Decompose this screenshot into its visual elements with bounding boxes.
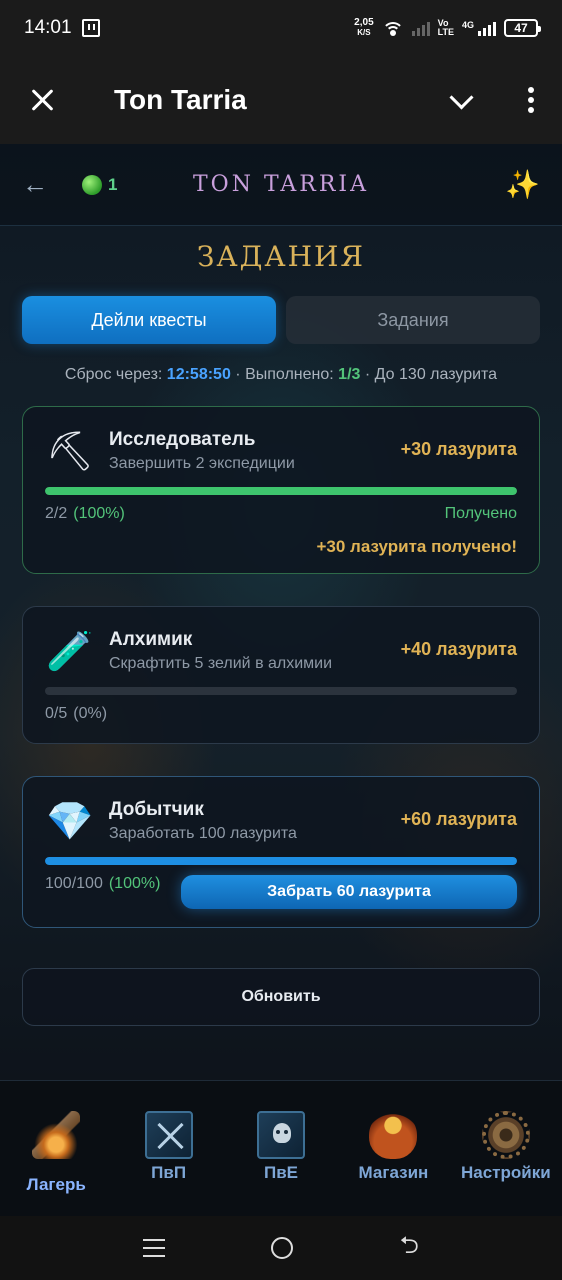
quest-progress-text: 2/2 (100%) — [45, 505, 125, 523]
more-menu-icon[interactable] — [528, 87, 534, 113]
home-icon[interactable] — [271, 1237, 294, 1259]
quest-name: Добытчик — [109, 799, 204, 820]
volte-indicator: Vo LTE — [438, 19, 454, 37]
quest-progress-bar — [45, 687, 517, 695]
quest-card-alchemist: 🧪 Алхимик Скрафтить 5 зелий в алхимии +4… — [22, 606, 540, 744]
quest-name: Исследователь — [109, 429, 256, 450]
quest-description: Скрафтить 5 зелий в алхимии — [109, 655, 333, 672]
progress-percent: (100%) — [108, 875, 161, 892]
gold-bag-icon — [369, 1111, 418, 1159]
chevron-down-icon[interactable] — [448, 87, 474, 113]
wifi-icon — [381, 20, 404, 36]
nav-item-pve[interactable]: ПвЕ — [225, 1081, 337, 1216]
nav-label: ПвЕ — [264, 1163, 299, 1182]
game-header: ← 1 TON TARRIA ✨ — [0, 144, 562, 226]
nav-label: Настройки — [460, 1163, 551, 1182]
app-title: Ton Tarria — [114, 84, 247, 115]
quest-name: Алхимик — [109, 629, 193, 650]
tab-daily-quests[interactable]: Дейли квесты — [22, 296, 276, 344]
signal-sim2: 4G — [462, 20, 496, 36]
quest-reward: +40 лазурита — [400, 639, 517, 659]
signal-type-label: 4G — [461, 20, 474, 30]
quest-description: Завершить 2 экспедиции — [109, 455, 295, 472]
potion-icon: 🧪 — [46, 631, 94, 673]
quest-progress-text: 100/100 (100%) — [45, 875, 160, 893]
separator: · — [235, 366, 241, 383]
volte-bottom: LTE — [437, 27, 454, 37]
nav-label: ПвП — [151, 1163, 187, 1182]
signal-sim1-icon — [411, 20, 430, 36]
pvp-swords-icon — [144, 1111, 193, 1159]
claim-reward-button[interactable]: Забрать 60 лазурита — [181, 875, 517, 909]
pve-skull-icon — [257, 1111, 306, 1159]
network-speed: 2,05 K/S — [354, 18, 373, 38]
limit-text: До 130 лазурита — [374, 366, 498, 383]
battery-level: 47 — [514, 21, 528, 35]
back-icon[interactable]: ⮌ — [400, 1228, 419, 1269]
app-bar: Ton Tarria — [0, 56, 562, 144]
quest-reward: +30 лазурита — [400, 439, 517, 459]
signal-sim2-icon — [478, 20, 496, 36]
status-bar: 14:01 2,05 K/S Vo LTE 4G 47 — [0, 0, 562, 56]
refresh-button[interactable]: Обновить — [22, 968, 540, 1026]
network-speed-unit: K/S — [357, 28, 371, 37]
progress-fill — [45, 487, 517, 495]
nav-label: Лагерь — [26, 1175, 86, 1194]
progress-percent: (0%) — [73, 705, 108, 722]
quest-reward: +60 лазурита — [400, 809, 517, 829]
twitch-notification-icon — [81, 19, 100, 37]
status-indicators: 2,05 K/S Vo LTE 4G 47 — [354, 18, 541, 38]
progress-count: 0/5 — [45, 705, 68, 722]
reset-label: Сброс через: — [64, 366, 163, 383]
quest-tabs: Дейли квесты Задания — [22, 296, 540, 344]
gem-count: 1 — [108, 174, 118, 194]
gear-icon — [481, 1111, 530, 1159]
battery-icon: 47 — [504, 19, 541, 37]
progress-count: 2/2 — [45, 505, 68, 522]
done-value: 1/3 — [338, 366, 361, 383]
diamond-icon: 💎 — [46, 801, 94, 843]
pickaxe-icon: ⛏ — [45, 431, 95, 473]
progress-percent: (100%) — [73, 505, 125, 522]
quest-progress-bar — [45, 857, 517, 865]
quest-progress-text: 0/5 (0%) — [45, 705, 107, 723]
sparkles-icon[interactable]: ✨ — [505, 168, 540, 201]
close-icon[interactable] — [28, 86, 56, 114]
tab-tasks[interactable]: Задания — [286, 296, 540, 344]
quest-card-explorer: ⛏ Исследователь Завершить 2 экспедиции +… — [22, 406, 540, 574]
quest-status: Получено — [444, 505, 517, 522]
nav-item-pvp[interactable]: ПвП — [112, 1081, 224, 1216]
progress-count: 100/100 — [45, 875, 103, 892]
section-title: ЗАДАНИЯ — [196, 240, 366, 273]
status-time: 14:01 — [24, 17, 72, 38]
nav-item-camp[interactable]: Лагерь — [0, 1081, 112, 1216]
nav-label: Магазин — [358, 1163, 429, 1182]
nav-item-shop[interactable]: Магазин — [337, 1081, 449, 1216]
done-label: Выполнено: — [245, 366, 334, 383]
reset-timer: 12:58:50 — [166, 366, 231, 383]
recent-apps-icon[interactable] — [143, 1239, 166, 1257]
separator: · — [364, 366, 371, 383]
quest-card-miner: 💎 Добытчик Заработать 100 лазурита +60 л… — [22, 776, 540, 928]
system-nav-bar: ⮌ — [0, 1216, 562, 1280]
bottom-nav: Лагерь ПвП ПвЕ Магазин Настройки — [0, 1080, 562, 1216]
quest-description: Заработать 100 лазурита — [109, 825, 297, 842]
green-gem-icon — [82, 174, 102, 195]
quest-progress-bar — [45, 487, 517, 495]
progress-fill — [45, 857, 517, 865]
webapp-area: ← 1 TON TARRIA ✨ ЗАДАНИЯ Дейли квесты За… — [0, 144, 562, 1216]
nav-item-settings[interactable]: Настройки — [450, 1081, 562, 1216]
reward-received-text: +30 лазурита получено! — [316, 537, 517, 556]
back-arrow-icon[interactable]: ← — [22, 169, 48, 200]
network-speed-value: 2,05 — [354, 17, 374, 28]
quest-info-line: Сброс через: 12:58:50 · Выполнено: 1/3 ·… — [0, 366, 562, 384]
campfire-icon — [32, 1111, 81, 1159]
